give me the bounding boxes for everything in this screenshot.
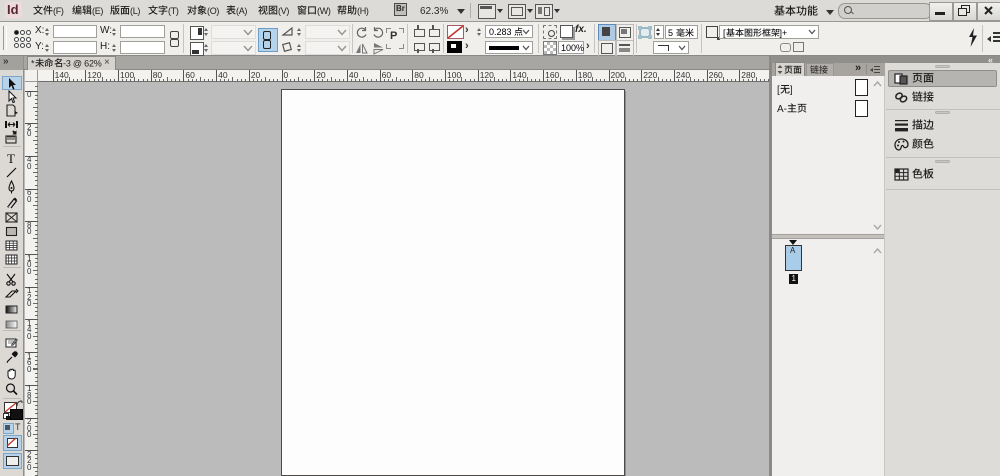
svg-text:T: T <box>7 151 15 166</box>
